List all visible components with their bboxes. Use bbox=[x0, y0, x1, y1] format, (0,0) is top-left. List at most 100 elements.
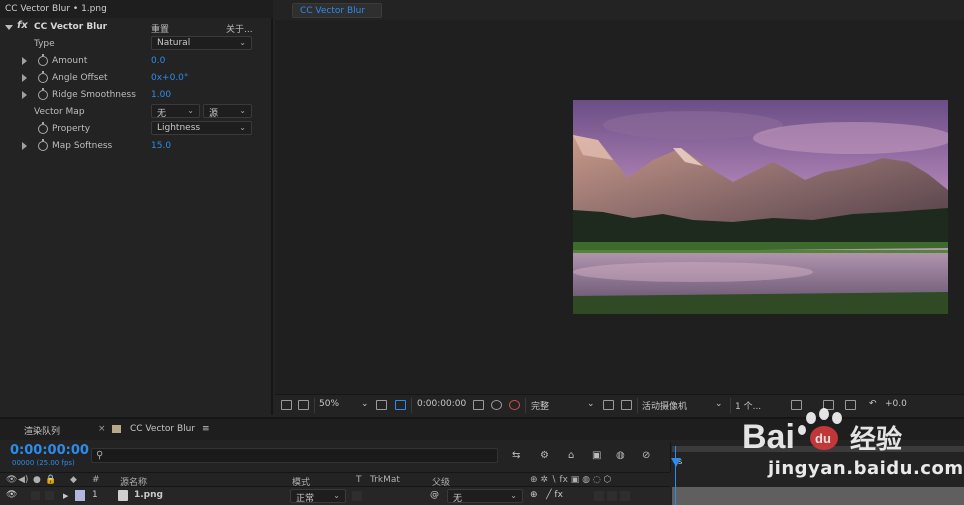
chevron-down-icon[interactable]: ⌄ bbox=[715, 399, 723, 409]
camera-dropdown[interactable]: 活动摄像机 bbox=[642, 399, 687, 412]
trkmat-header: TrkMat bbox=[370, 475, 400, 485]
property-row-vector-map: Vector Map 无 ⌄ 源 ⌄ bbox=[0, 104, 258, 121]
solo-switch[interactable] bbox=[31, 491, 40, 500]
chevron-down-icon: ⌄ bbox=[239, 123, 246, 132]
fx-icon: fx bbox=[17, 20, 28, 31]
timeline-current-time[interactable]: 0:00:00:00 bbox=[10, 443, 89, 458]
layer-search-input[interactable]: ⚲ bbox=[91, 448, 498, 463]
panel-menu-icon[interactable]: ≡ bbox=[202, 424, 210, 434]
frame-blend-switch[interactable] bbox=[594, 491, 604, 501]
toolbar-divider bbox=[637, 398, 638, 413]
expand-triangle-icon[interactable] bbox=[22, 91, 27, 99]
camera-snapshot-icon[interactable] bbox=[473, 400, 484, 410]
property-row-ridge-smoothness: Ridge Smoothness 1.00 bbox=[0, 87, 258, 104]
property-dropdown-value: Lightness bbox=[157, 123, 201, 133]
mask-visibility-icon[interactable] bbox=[395, 400, 406, 410]
adjustment-layer-switch[interactable] bbox=[620, 491, 630, 501]
stopwatch-icon[interactable] bbox=[38, 88, 48, 100]
map-softness-value[interactable]: 15.0 bbox=[151, 141, 171, 151]
property-row-amount: Amount 0.0 bbox=[0, 53, 258, 70]
vector-map-layer-dropdown[interactable]: 无 ⌄ bbox=[151, 104, 200, 119]
toolbar-divider bbox=[730, 398, 731, 413]
audio-icon[interactable]: ◀) bbox=[18, 475, 28, 485]
playhead-handle[interactable] bbox=[671, 458, 681, 467]
stopwatch-icon[interactable] bbox=[38, 122, 48, 134]
stopwatch-icon[interactable] bbox=[38, 71, 48, 83]
collapse-triangle-icon[interactable] bbox=[5, 25, 13, 30]
layer-column-header: 👁 ◀) ● 🔒 ◆ # 源名称 模式 T TrkMat 父级 ⊕ ✲ ∖ fx… bbox=[0, 472, 670, 488]
vector-map-source-dropdown[interactable]: 源 ⌄ bbox=[203, 104, 252, 119]
lock-icon[interactable]: 🔒 bbox=[45, 475, 56, 485]
layer-duration-bar[interactable] bbox=[672, 487, 964, 505]
expand-layer-triangle-icon[interactable]: ▶ bbox=[63, 492, 68, 500]
toolbar-divider bbox=[525, 398, 526, 413]
composition-icon bbox=[112, 425, 121, 433]
property-dropdown[interactable]: Lightness ⌄ bbox=[151, 121, 252, 135]
resolution-dropdown[interactable]: 完整 bbox=[531, 399, 549, 412]
layer-row[interactable]: 👁 ▶ 1 1.png 正常 ⌄ @ 无 ⌄ ⊕ ╱ fx bbox=[0, 487, 670, 505]
motion-blur-switch[interactable] bbox=[607, 491, 617, 501]
stopwatch-icon[interactable] bbox=[38, 139, 48, 151]
grid-guides-icon[interactable] bbox=[376, 400, 387, 410]
always-preview-icon[interactable] bbox=[281, 400, 292, 410]
brand-text: Bai bbox=[742, 418, 795, 456]
watermark-url: jingyan.baidu.com bbox=[768, 458, 964, 479]
motion-blur-icon[interactable]: ◍ bbox=[616, 450, 625, 461]
experience-text: 经验 bbox=[850, 424, 902, 455]
composition-timeline-tab[interactable]: CC Vector Blur bbox=[130, 424, 195, 434]
property-label: Property bbox=[52, 124, 91, 134]
monitor-icon[interactable] bbox=[298, 400, 309, 410]
amount-value[interactable]: 0.0 bbox=[151, 56, 165, 66]
chevron-down-icon[interactable]: ⌄ bbox=[587, 399, 595, 409]
frames-fps-readout: 00000 (25.00 fps) bbox=[12, 459, 75, 467]
stopwatch-icon[interactable] bbox=[38, 54, 48, 66]
vector-map-layer-value: 无 bbox=[157, 109, 167, 119]
t-header: T bbox=[356, 475, 362, 485]
angle-offset-value[interactable]: 0x+0.0° bbox=[151, 73, 188, 83]
toolbar-divider bbox=[411, 398, 412, 413]
label-color-swatch[interactable] bbox=[75, 490, 85, 501]
label-tag-icon[interactable]: ◆ bbox=[70, 475, 77, 485]
graph-editor-icon[interactable]: ⊘ bbox=[642, 450, 650, 461]
region-of-interest-icon[interactable] bbox=[603, 400, 614, 410]
blend-mode-dropdown[interactable]: 正常 ⌄ bbox=[290, 489, 346, 504]
show-snapshot-icon[interactable] bbox=[491, 400, 502, 410]
current-time-display[interactable]: 0:00:00:00 bbox=[417, 399, 466, 409]
chevron-down-icon[interactable]: ⌄ bbox=[361, 399, 369, 409]
reset-link[interactable]: 重置 bbox=[151, 22, 169, 35]
preserve-transparency-switch[interactable] bbox=[352, 491, 362, 501]
property-label: Amount bbox=[52, 56, 88, 66]
composition-tab[interactable]: CC Vector Blur bbox=[292, 3, 382, 18]
frame-blending-icon[interactable]: ▣ bbox=[592, 450, 601, 461]
paw-icon: du bbox=[798, 408, 842, 450]
parent-dropdown[interactable]: 无 ⌄ bbox=[447, 489, 523, 504]
comp-mini-flowchart-icon[interactable]: ⇆ bbox=[512, 450, 520, 461]
property-label: Type bbox=[34, 39, 55, 49]
expand-triangle-icon[interactable] bbox=[22, 142, 27, 150]
render-queue-tab[interactable]: 渲染队列 bbox=[24, 424, 60, 437]
draft-3d-icon[interactable]: ⚙ bbox=[540, 450, 549, 461]
close-tab-icon[interactable]: × bbox=[98, 424, 106, 434]
layer-number: 1 bbox=[92, 490, 98, 500]
lock-switch[interactable] bbox=[45, 491, 54, 500]
chevron-down-icon: ⌄ bbox=[333, 491, 340, 500]
property-row-map-softness: Map Softness 15.0 bbox=[0, 138, 258, 155]
zoom-dropdown[interactable]: 50% bbox=[319, 399, 339, 409]
composition-image-layer[interactable] bbox=[573, 100, 948, 314]
expand-triangle-icon[interactable] bbox=[22, 74, 27, 82]
expand-triangle-icon[interactable] bbox=[22, 57, 27, 65]
color-channels-icon[interactable] bbox=[509, 400, 520, 410]
effect-title-row[interactable]: fx CC Vector Blur 重置 关于... bbox=[0, 19, 258, 36]
layer-switch-icons[interactable]: ⊕ ╱ fx bbox=[530, 490, 563, 500]
shy-layers-icon[interactable]: ⌂ bbox=[568, 450, 574, 461]
eye-icon[interactable]: 👁 bbox=[6, 475, 17, 485]
layer-visibility-icon[interactable]: 👁 bbox=[6, 490, 17, 500]
layer-name[interactable]: 1.png bbox=[134, 490, 163, 500]
pick-whip-icon[interactable]: @ bbox=[430, 490, 439, 500]
type-dropdown[interactable]: Natural ⌄ bbox=[151, 36, 252, 50]
ridge-smoothness-value[interactable]: 1.00 bbox=[151, 90, 171, 100]
transparency-grid-icon[interactable] bbox=[621, 400, 632, 410]
solo-icon[interactable]: ● bbox=[33, 475, 41, 485]
about-link[interactable]: 关于... bbox=[226, 22, 253, 35]
playhead-line[interactable] bbox=[675, 446, 676, 505]
